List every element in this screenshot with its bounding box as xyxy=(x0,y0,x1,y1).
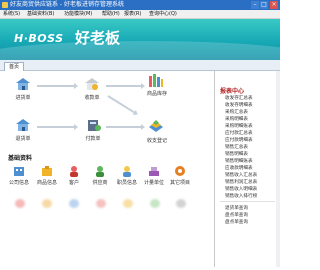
report-item[interactable]: 采购明细表 xyxy=(225,116,248,122)
flow-arrow xyxy=(37,83,78,89)
report-item[interactable]: 销售汇总表 xyxy=(225,144,248,150)
blurred-icon xyxy=(42,199,52,208)
report-item[interactable]: 应付款明细表 xyxy=(225,137,253,143)
supplier-label[interactable]: 供应商 xyxy=(87,179,113,186)
report-item[interactable]: 销售收入排行榜 xyxy=(225,193,257,199)
report-item[interactable]: 收发存明细表 xyxy=(225,102,253,108)
brand-logo: H·BOSS xyxy=(14,32,64,45)
payment-icon[interactable] xyxy=(86,118,102,132)
report-center-title: 报表中心 xyxy=(220,88,245,95)
minimize-button[interactable]: – xyxy=(251,1,259,9)
company-info-label[interactable]: 公司信息 xyxy=(6,179,32,186)
menu-base-data[interactable]: 基础资料(B) xyxy=(27,10,54,18)
menu-system[interactable]: 系统(S) xyxy=(3,10,20,18)
close-button[interactable]: × xyxy=(270,1,278,9)
blurred-icon xyxy=(96,199,106,208)
menu-bar: 系统(S) 基础资料(B) 功能模块(M) 帮助(H) 报表(R) 查询中心(Q… xyxy=(0,10,280,19)
flow-arrow xyxy=(37,124,78,130)
report-item[interactable]: 销售明细账表 xyxy=(225,158,253,164)
tab-home[interactable]: 首页 xyxy=(4,62,25,71)
return-order-icon[interactable] xyxy=(15,118,31,132)
report-item[interactable]: 盘点单查询 xyxy=(225,212,248,218)
side-panel-scrollbar[interactable] xyxy=(276,71,280,267)
app-icon xyxy=(2,2,8,8)
income-expense-icon[interactable] xyxy=(148,119,164,133)
inventory-icon[interactable] xyxy=(148,73,164,87)
other-items-icon[interactable] xyxy=(174,165,186,177)
return-order-label[interactable]: 退货单 xyxy=(8,135,38,142)
flow-arrow xyxy=(106,124,145,130)
menu-query-center[interactable]: 查询中心(Q) xyxy=(149,10,177,18)
flow-arrow xyxy=(106,83,145,89)
brand-name: 好老板 xyxy=(75,29,121,47)
main-workspace: 进货单 收款单 商品库存 退货单 付款单 收支登记 基础资料 公司信息 商品信息… xyxy=(2,71,210,267)
report-item[interactable]: 应付款汇总表 xyxy=(225,130,253,136)
company-info-icon[interactable] xyxy=(13,165,25,177)
staff-info-icon[interactable] xyxy=(121,165,133,177)
report-item[interactable]: 收发存汇总表 xyxy=(225,95,253,101)
product-info-label[interactable]: 商品信息 xyxy=(34,179,60,186)
report-item[interactable]: 销售收入明细表 xyxy=(225,186,257,192)
base-data-section-title: 基础资料 xyxy=(8,155,33,162)
menu-modules[interactable]: 功能模块(M) xyxy=(64,10,92,18)
report-item[interactable]: 采购汇总表 xyxy=(225,109,248,115)
report-item[interactable]: 采购明细账表 xyxy=(225,123,253,129)
report-item[interactable]: 销售明细表 xyxy=(225,151,248,157)
flow-arrow xyxy=(107,95,136,114)
tab-bar: 首页 xyxy=(0,60,280,71)
report-item[interactable]: 盘点单查询 xyxy=(225,219,248,225)
maximize-button[interactable]: □ xyxy=(260,1,268,9)
unit-label[interactable]: 计量单位 xyxy=(141,179,167,186)
product-info-icon[interactable] xyxy=(41,165,53,177)
inventory-label[interactable]: 商品库存 xyxy=(142,90,172,97)
customer-label[interactable]: 客户 xyxy=(61,179,87,186)
purchase-order-icon[interactable] xyxy=(15,77,31,91)
blurred-icon xyxy=(69,199,79,208)
report-item[interactable]: 退货单查询 xyxy=(225,205,248,211)
customer-icon[interactable] xyxy=(68,165,80,177)
staff-info-label[interactable]: 职员信息 xyxy=(114,179,140,186)
receipt-label[interactable]: 收款单 xyxy=(77,94,107,101)
receipt-icon[interactable] xyxy=(84,77,100,91)
report-divider xyxy=(220,201,275,202)
report-item[interactable]: 销售利润汇总表 xyxy=(225,179,257,185)
supplier-icon[interactable] xyxy=(94,165,106,177)
blurred-icon xyxy=(123,199,133,208)
blurred-icon xyxy=(150,199,160,208)
purchase-order-label[interactable]: 进货单 xyxy=(8,94,38,101)
window-title-bar: 好友商贸供应链系 - 好老板进销存管理系统 – □ × xyxy=(0,0,280,10)
menu-reports[interactable]: 报表(R) xyxy=(124,10,141,18)
banner: H·BOSS 好老板 xyxy=(0,19,280,60)
menu-help[interactable]: 帮助(H) xyxy=(102,10,120,18)
blurred-icon xyxy=(15,199,25,208)
window-title: 好友商贸供应链系 - 好老板进销存管理系统 xyxy=(10,1,124,8)
report-side-panel: 报表中心 收发存汇总表 收发存明细表 采购汇总表 采购明细表 采购明细账表 应付… xyxy=(214,71,281,267)
unit-icon[interactable] xyxy=(148,165,160,177)
income-expense-label[interactable]: 收支登记 xyxy=(142,137,172,144)
blurred-icon xyxy=(176,199,186,208)
payment-label[interactable]: 付款单 xyxy=(78,135,108,142)
other-items-label[interactable]: 其它项目 xyxy=(167,179,193,186)
report-item[interactable]: 应收款明细表 xyxy=(225,165,253,171)
report-item[interactable]: 销售收入汇总表 xyxy=(225,172,257,178)
